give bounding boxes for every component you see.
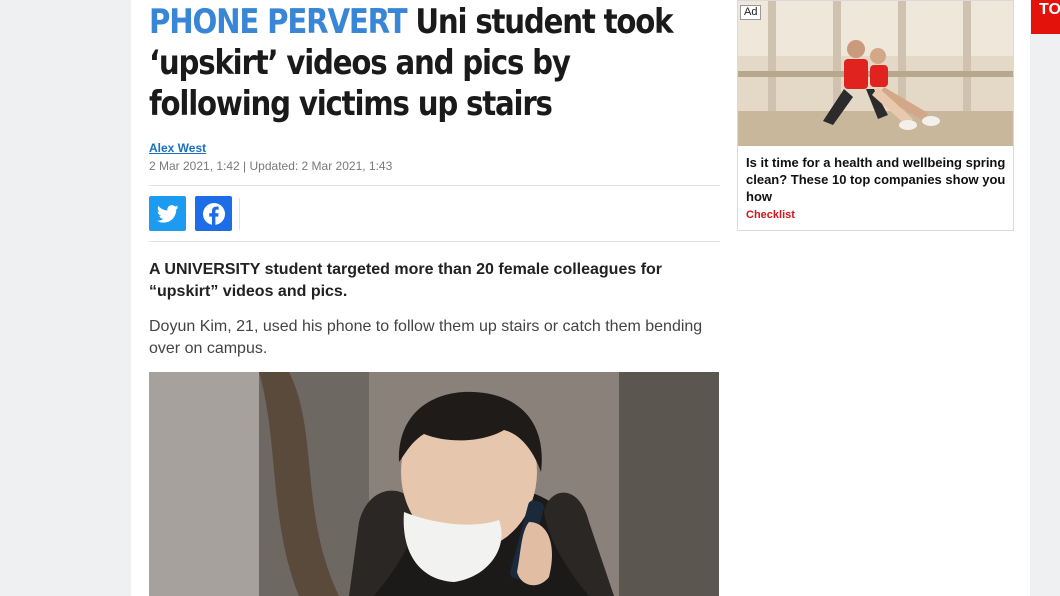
- facebook-icon: [202, 202, 225, 225]
- facebook-share-button[interactable]: [195, 196, 232, 231]
- twitter-icon: [156, 204, 178, 223]
- headline: PHONE PERVERT Uni student took ‘upskirt’…: [149, 0, 717, 125]
- headline-kicker: PHONE PERVERT: [149, 2, 408, 42]
- article-lede: A UNIVERSITY student targeted more than …: [149, 261, 663, 300]
- byline: Alex West 2 Mar 2021, 1:42 | Updated: 2 …: [149, 139, 720, 173]
- top-tab[interactable]: TO: [1031, 0, 1060, 34]
- article: PHONE PERVERT Uni student took ‘upskirt’…: [149, 0, 720, 360]
- ad-source[interactable]: Checklist: [746, 209, 795, 221]
- publish-dates: 2 Mar 2021, 1:42 | Updated: 2 Mar 2021, …: [149, 159, 393, 173]
- ad-image: Ad: [738, 1, 1013, 146]
- share-divider: [239, 198, 240, 230]
- ad-card[interactable]: Ad Is it time for a health and wellbeing…: [737, 0, 1014, 231]
- top-tab-label: TO: [1039, 1, 1060, 18]
- ad-badge: Ad: [740, 5, 762, 20]
- ad-photo-illustration: [738, 1, 1013, 146]
- page-container: PHONE PERVERT Uni student took ‘upskirt’…: [131, 0, 1030, 596]
- ad-title[interactable]: Is it time for a health and wellbeing sp…: [746, 154, 1008, 205]
- article-photo: [149, 372, 719, 596]
- photo-illustration: [149, 372, 719, 596]
- author-link[interactable]: Alex West: [149, 141, 206, 155]
- share-bar: [149, 185, 720, 242]
- article-paragraph: Doyun Kim, 21, used his phone to follow …: [149, 318, 703, 357]
- twitter-share-button[interactable]: [149, 196, 186, 231]
